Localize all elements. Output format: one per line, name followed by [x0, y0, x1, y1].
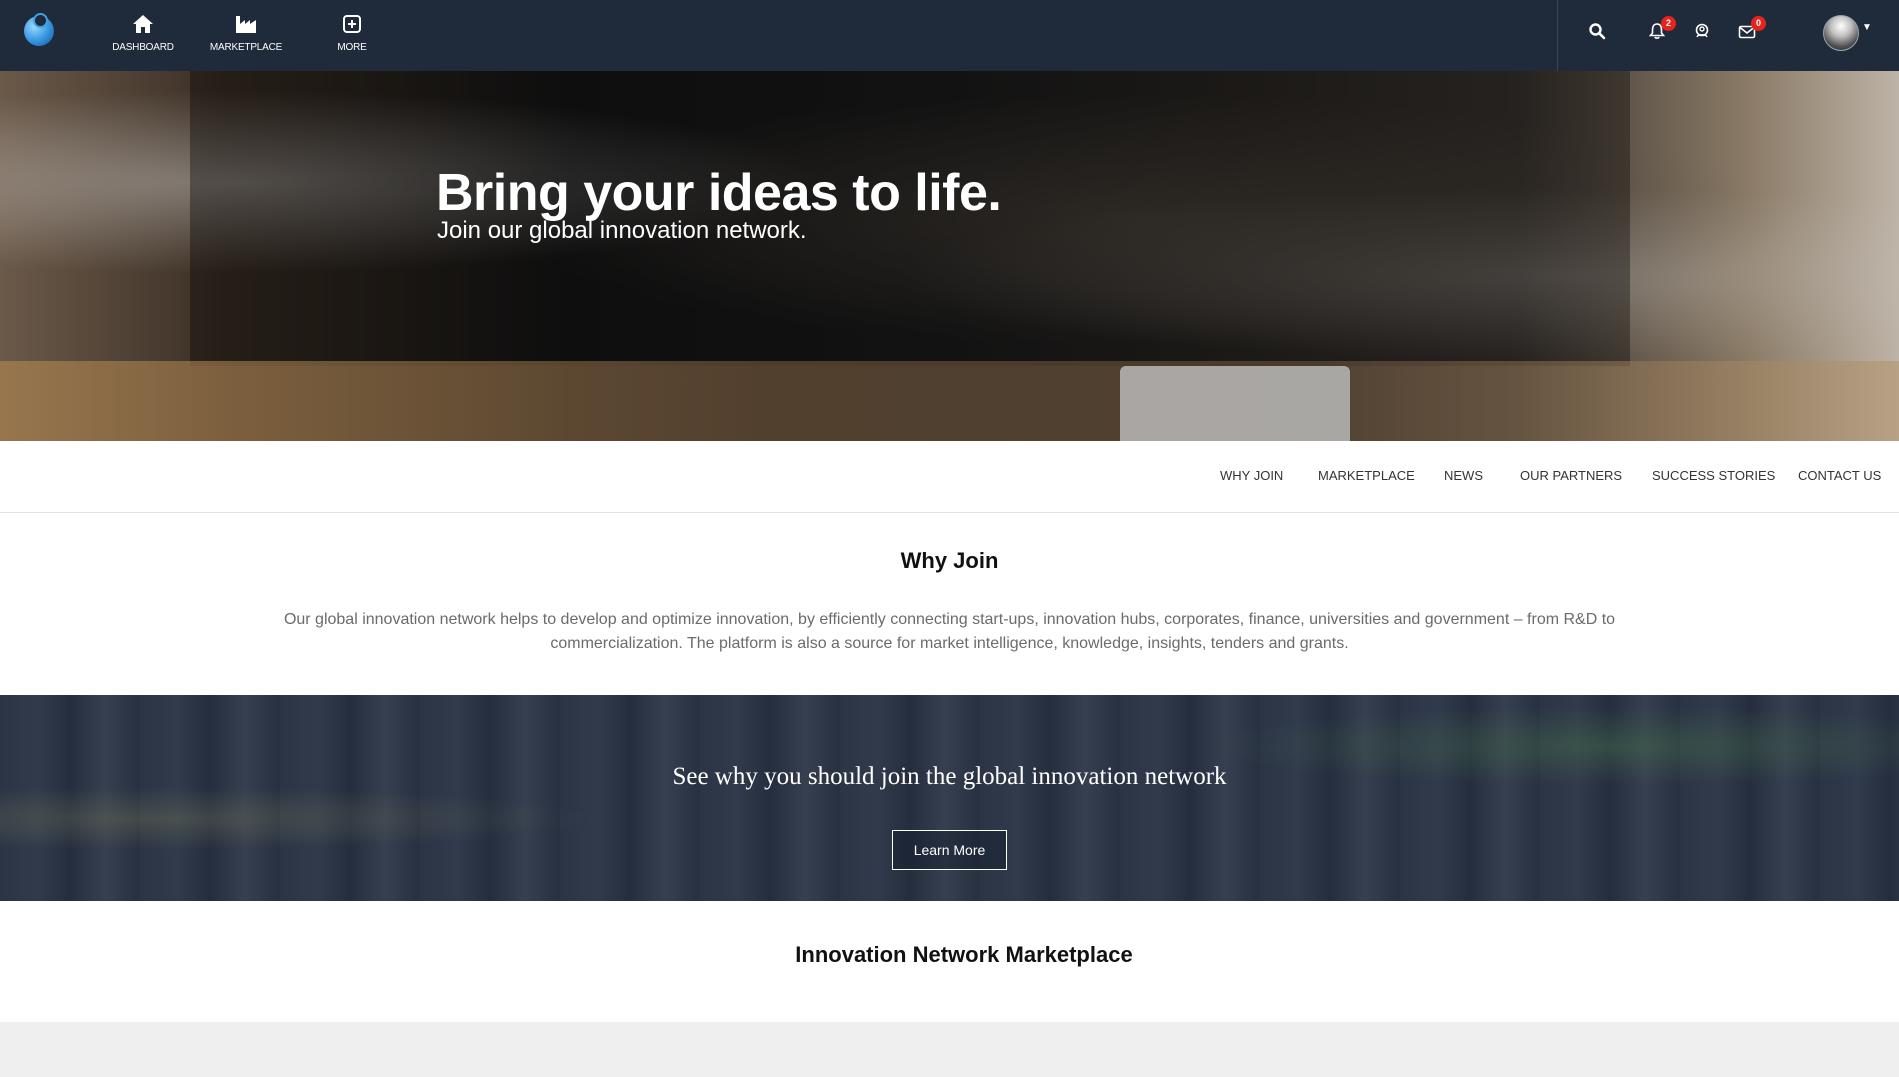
nav-marketplace[interactable]: MARKETPLACE	[206, 14, 286, 58]
marketplace-content-area	[0, 1022, 1899, 1077]
topbar-divider	[1557, 0, 1558, 71]
search-icon[interactable]	[1584, 22, 1610, 48]
nav-marketplace-label: MARKETPLACE	[209, 42, 283, 53]
section-nav-news[interactable]: NEWS	[1444, 468, 1483, 483]
join-network-banner: See why you should join the global innov…	[0, 695, 1899, 901]
why-join-text: Our global innovation network helps to d…	[283, 611, 1616, 652]
home-icon	[103, 14, 183, 38]
nav-dashboard-label: DASHBOARD	[112, 42, 174, 53]
logo-globe-icon[interactable]	[24, 13, 54, 46]
plus-square-icon	[312, 14, 392, 38]
hero-photo-table	[0, 361, 1899, 441]
nav-more-label: MORE	[337, 42, 367, 53]
section-nav-success-stories[interactable]: SUCCESS STORIES	[1652, 468, 1775, 483]
marketplace-heading: Innovation Network Marketplace	[795, 942, 1133, 967]
factory-icon	[206, 14, 286, 38]
section-nav-marketplace[interactable]: MARKETPLACE	[1318, 468, 1415, 483]
section-nav-why-join[interactable]: WHY JOIN	[1220, 468, 1283, 483]
user-avatar[interactable]	[1823, 15, 1859, 51]
bell-icon[interactable]: 2	[1644, 16, 1676, 48]
why-join-heading: Why Join	[900, 548, 999, 573]
banner-overlay	[0, 695, 1899, 901]
hero-banner: Bring your ideas to life. Join our globa…	[0, 71, 1899, 441]
nav-more[interactable]: MORE	[312, 14, 392, 58]
hero-title: Bring your ideas to life.	[436, 164, 1002, 222]
hero-photo-laptop	[1120, 366, 1350, 441]
learn-more-button[interactable]: Learn More	[892, 830, 1007, 870]
hero-subtitle: Join our global innovation network.	[437, 217, 807, 244]
envelope-icon[interactable]: 0	[1734, 16, 1766, 48]
chevron-down-icon[interactable]: ▼	[1862, 22, 1872, 33]
notifications-badge: 2	[1661, 16, 1676, 31]
nav-dashboard[interactable]: DASHBOARD	[103, 14, 183, 58]
section-nav-contact-us[interactable]: CONTACT US	[1798, 468, 1881, 483]
section-nav: WHY JOIN MARKETPLACE NEWS OUR PARTNERS S…	[0, 441, 1899, 513]
banner-title: See why you should join the global innov…	[672, 763, 1227, 790]
messages-badge: 0	[1751, 16, 1766, 31]
top-navbar: DASHBOARD MARKETPLACE MORE 2 0 ▼	[0, 0, 1899, 71]
section-nav-our-partners[interactable]: OUR PARTNERS	[1520, 468, 1622, 483]
contacts-icon[interactable]	[1689, 22, 1715, 48]
